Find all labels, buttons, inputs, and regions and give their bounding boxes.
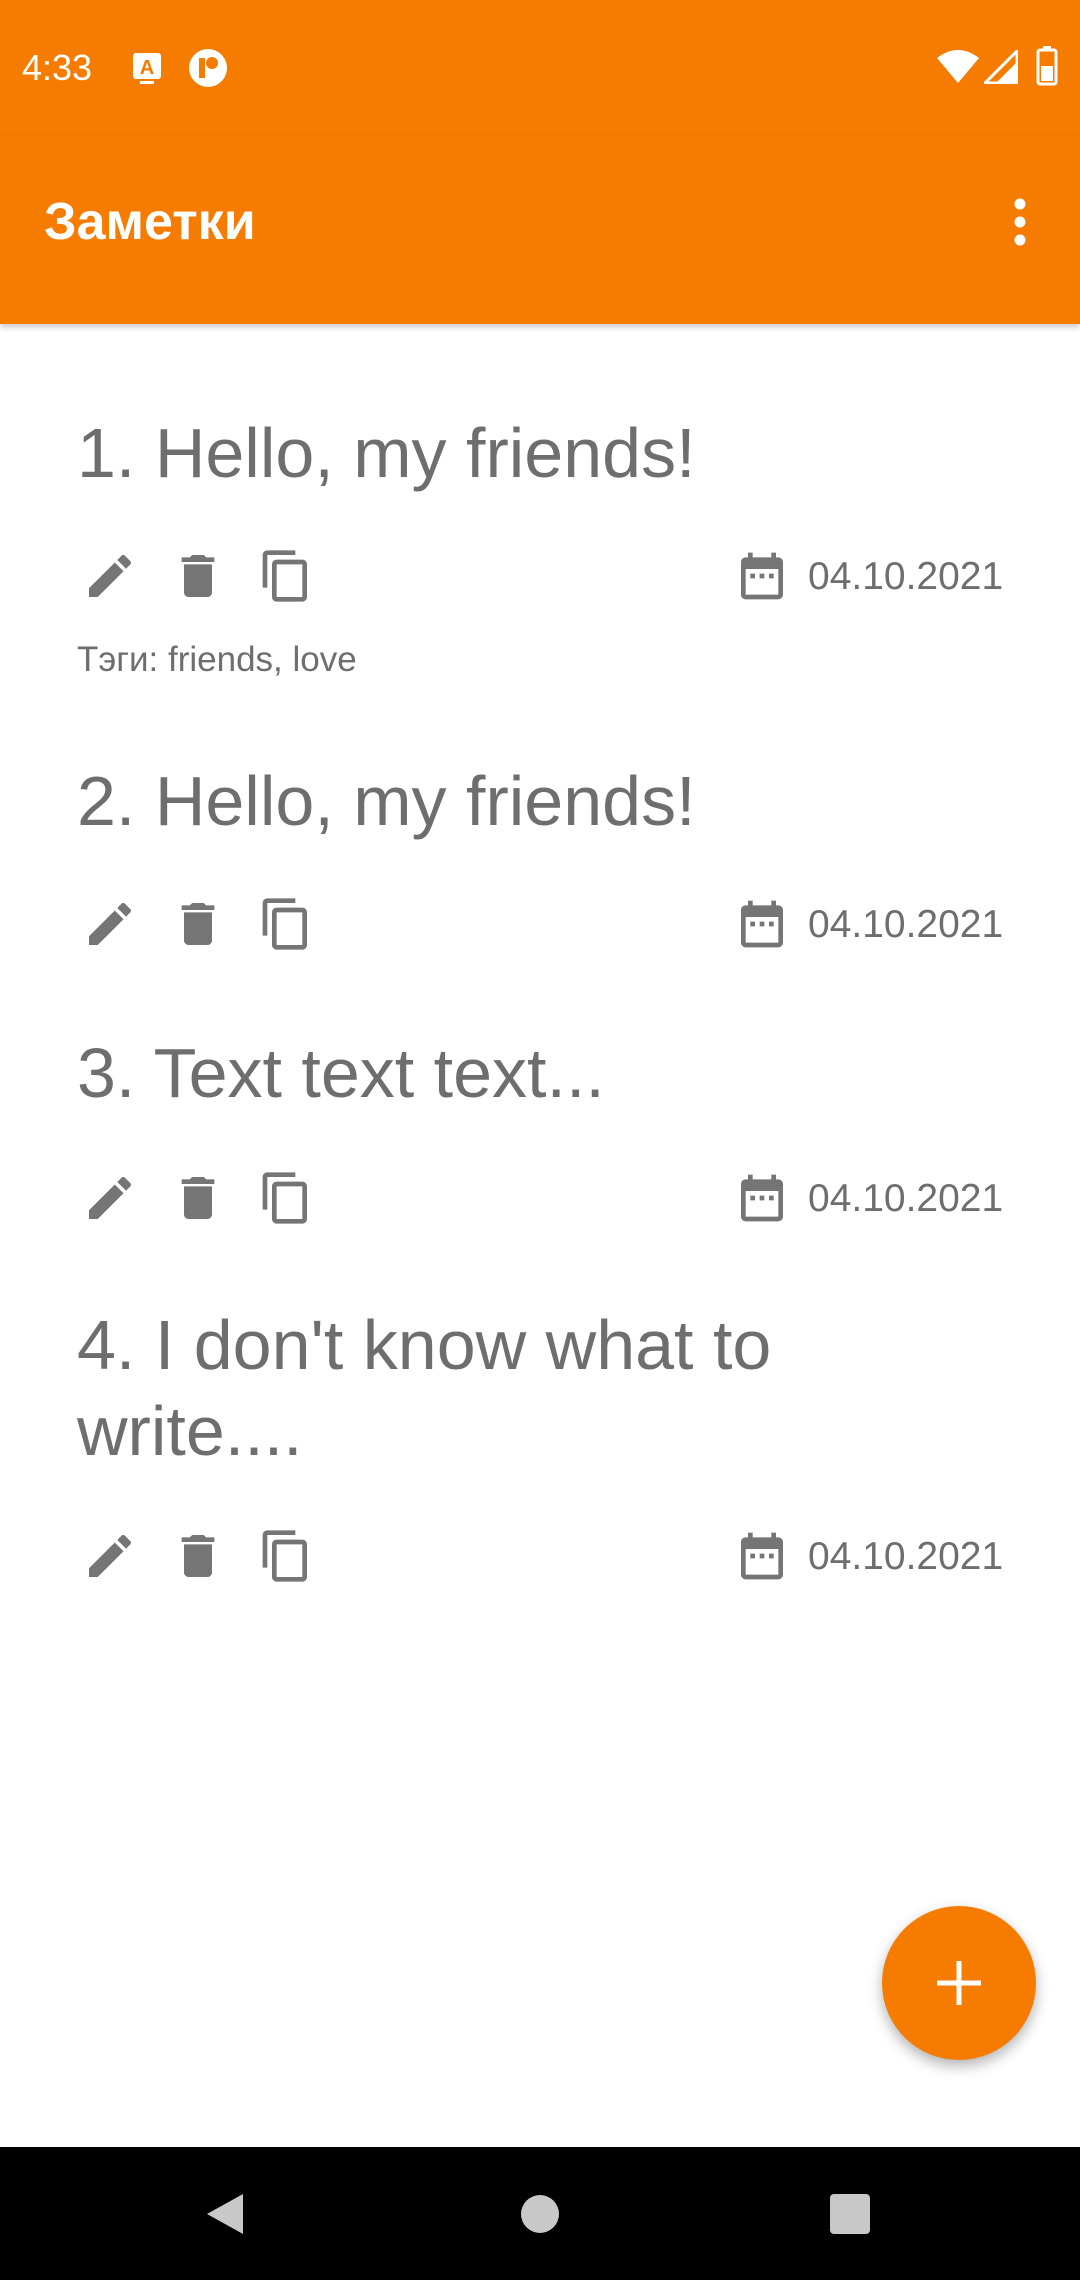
page-title: Заметки <box>44 193 256 251</box>
back-button[interactable] <box>188 2177 262 2251</box>
edit-icon[interactable] <box>82 896 138 952</box>
edit-icon[interactable] <box>82 1170 138 1226</box>
add-note-button[interactable] <box>882 1906 1036 2060</box>
calendar-icon <box>734 1170 790 1226</box>
note-title: 1. Hello, my friends! <box>77 414 696 492</box>
recents-button[interactable] <box>813 2177 887 2251</box>
home-button[interactable] <box>503 2177 577 2251</box>
battery-icon <box>1036 46 1058 91</box>
delete-icon[interactable] <box>170 896 226 952</box>
note-title: 2. Hello, my friends! <box>77 762 696 840</box>
calendar-icon <box>734 548 790 604</box>
calendar-icon <box>734 896 790 952</box>
delete-icon[interactable] <box>170 1170 226 1226</box>
signal-icon <box>981 47 1019 89</box>
wifi-icon <box>936 48 980 89</box>
note-date: 04.10.2021 <box>808 555 1004 598</box>
recents-icon <box>830 2194 870 2234</box>
home-icon <box>521 2195 559 2233</box>
app-notification-icon <box>188 48 228 93</box>
navigation-bar <box>0 2147 1080 2280</box>
note-title: 3. Text text text... <box>77 1034 605 1112</box>
note-date: 04.10.2021 <box>808 903 1004 946</box>
overflow-menu-button[interactable] <box>988 182 1052 262</box>
svg-text:A: A <box>140 57 154 79</box>
status-bar: 4:33 A <box>0 0 1080 136</box>
plus-icon <box>937 1961 981 2005</box>
note-date: 04.10.2021 <box>808 1177 1004 1220</box>
edit-icon[interactable] <box>82 548 138 604</box>
calendar-icon <box>734 1528 790 1584</box>
copy-icon[interactable] <box>258 548 314 604</box>
copy-icon[interactable] <box>258 1528 314 1584</box>
edit-icon[interactable] <box>82 1528 138 1584</box>
note-title: 4. I don't know what to write.... <box>77 1306 772 1470</box>
delete-icon[interactable] <box>170 548 226 604</box>
status-time: 4:33 <box>22 47 93 88</box>
more-vert-icon <box>1014 198 1026 246</box>
app-bar: Заметки <box>0 136 1080 324</box>
copy-icon[interactable] <box>258 896 314 952</box>
keyboard-notification-icon: A <box>132 52 162 91</box>
copy-icon[interactable] <box>258 1170 314 1226</box>
delete-icon[interactable] <box>170 1528 226 1584</box>
back-icon <box>207 2194 243 2234</box>
note-tags: Тэги: friends, love <box>77 640 357 679</box>
note-date: 04.10.2021 <box>808 1535 1004 1578</box>
